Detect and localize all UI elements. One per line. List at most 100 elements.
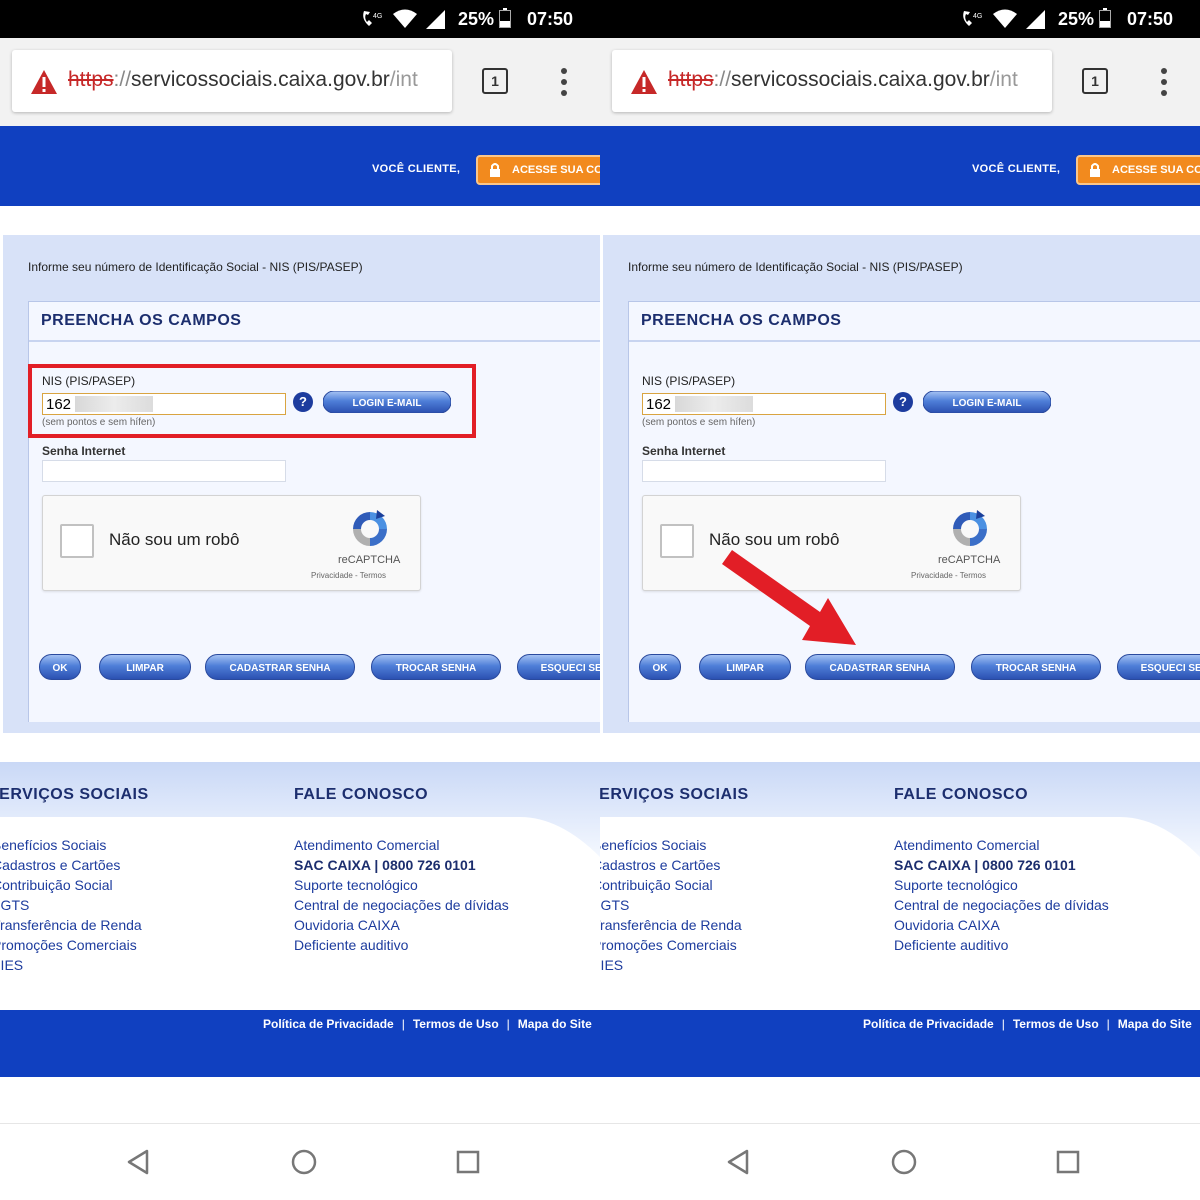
- bottom-band: Política de Privacidade | Termos de Uso | Ma…: [600, 1010, 1200, 1077]
- limpar-button[interactable]: LIMPAR: [99, 654, 191, 680]
- footer-link-cadastros[interactable]: Cadastros e Cartões: [0, 857, 120, 873]
- captcha-checkbox[interactable]: [660, 524, 694, 558]
- senha-label: Senha Internet: [642, 444, 726, 458]
- svg-text:LOGIN E-MAIL: LOGIN E-MAIL: [953, 398, 1022, 409]
- footer-link-sac[interactable]: SAC CAIXA | 0800 726 0101: [294, 857, 476, 873]
- captcha-links: Privacidade - Termos: [311, 571, 386, 580]
- terms-link[interactable]: Termos de Uso: [1013, 1017, 1099, 1031]
- svg-text:OK: OK: [53, 663, 69, 674]
- footer-link-deficiente[interactable]: Deficiente auditivo: [294, 937, 408, 953]
- footer-link-ouvidoria[interactable]: Ouvidoria CAIXA: [294, 917, 400, 933]
- footer-link-transferencia[interactable]: Transferência de Renda: [0, 917, 142, 933]
- wifi-icon: [393, 9, 417, 28]
- warning-icon[interactable]: [630, 69, 658, 95]
- cliente-label: VOCÊ CLIENTE,: [972, 163, 1061, 175]
- footer-link-beneficios[interactable]: Benefícios Sociais: [600, 837, 706, 853]
- footer-link-contribuicao[interactable]: Contribuição Social: [600, 877, 713, 893]
- nis-input[interactable]: 162: [642, 393, 886, 415]
- recent-apps-icon[interactable]: [1055, 1149, 1081, 1175]
- nis-hint: (sem pontos e sem hífen): [642, 417, 756, 428]
- call-signal-icon: 4G: [963, 11, 982, 26]
- battery-percent: 25%: [458, 9, 495, 29]
- bottom-band: Política de Privacidade | Termos de Uso | Ma…: [0, 1010, 600, 1077]
- footer-link-fgts[interactable]: FGTS: [600, 897, 629, 913]
- footer-link-beneficios[interactable]: Benefícios Sociais: [0, 837, 106, 853]
- status-bar: 4G 25% 07:50: [0, 0, 600, 38]
- footer-link-fies[interactable]: FIES: [600, 957, 623, 973]
- senha-input[interactable]: [42, 460, 286, 482]
- sitemap-link[interactable]: Mapa do Site: [1118, 1017, 1192, 1031]
- svg-text:TROCAR SENHA: TROCAR SENHA: [996, 663, 1077, 674]
- warning-icon[interactable]: [30, 69, 58, 95]
- svg-text:ESQUECI SENHA: ESQUECI SENHA: [541, 663, 600, 674]
- cliente-label: VOCÊ CLIENTE,: [372, 163, 461, 175]
- recent-apps-icon[interactable]: [455, 1149, 481, 1175]
- limpar-button[interactable]: LIMPAR: [699, 654, 791, 680]
- recaptcha-icon: [353, 510, 387, 546]
- cell-signal-icon: [426, 10, 445, 29]
- footer-link-sac[interactable]: SAC CAIXA | 0800 726 0101: [894, 857, 1076, 873]
- esqueci-senha-button[interactable]: ESQUECI SENHA: [517, 654, 600, 680]
- browser-menu-icon[interactable]: [1160, 68, 1168, 96]
- footer-link-ouvidoria[interactable]: Ouvidoria CAIXA: [894, 917, 1000, 933]
- nis-redacted: [675, 396, 753, 412]
- terms-link[interactable]: Termos de Uso: [413, 1017, 499, 1031]
- ok-button[interactable]: OK: [639, 654, 681, 680]
- home-icon[interactable]: [890, 1148, 918, 1176]
- battery-icon: [499, 8, 511, 28]
- cadastrar-senha-button[interactable]: CADASTRAR SENHA: [205, 654, 355, 680]
- svg-text:CADASTRAR SENHA: CADASTRAR SENHA: [829, 663, 930, 674]
- tab-switcher-button[interactable]: 1: [482, 68, 508, 94]
- android-nav-bar: [600, 1123, 1200, 1200]
- back-icon[interactable]: [125, 1148, 151, 1176]
- acesse-conta-button[interactable]: ACESSE SUA CONTA: [476, 155, 600, 185]
- browser-menu-icon[interactable]: [560, 68, 568, 96]
- footer-link-atendimento[interactable]: Atendimento Comercial: [894, 837, 1040, 853]
- footer-link-promocoes[interactable]: Promoções Comerciais: [0, 937, 137, 953]
- footer-link-central[interactable]: Central de negociações de dívidas: [894, 897, 1109, 913]
- privacy-link[interactable]: Política de Privacidade: [263, 1017, 394, 1031]
- captcha-label: Não sou um robô: [109, 530, 240, 549]
- footer-link-deficiente[interactable]: Deficiente auditivo: [894, 937, 1008, 953]
- acesse-conta-button[interactable]: ACESSE SUA CONTA: [1076, 155, 1200, 185]
- svg-text:CADASTRAR SENHA: CADASTRAR SENHA: [229, 663, 330, 674]
- captcha-brand: reCAPTCHA: [338, 554, 401, 566]
- fale-title: FALE CONOSCO: [294, 786, 429, 803]
- trocar-senha-button[interactable]: TROCAR SENHA: [971, 654, 1101, 680]
- footer-link-contribuicao[interactable]: Contribuição Social: [0, 877, 113, 893]
- footer-link-fgts[interactable]: FGTS: [0, 897, 29, 913]
- home-icon[interactable]: [290, 1148, 318, 1176]
- nis-value: 162: [646, 396, 672, 413]
- footer-link-cadastros[interactable]: Cadastros e Cartões: [600, 857, 720, 873]
- help-icon[interactable]: ?: [893, 392, 913, 412]
- login-email-button[interactable]: LOGIN E-MAIL: [923, 391, 1051, 413]
- svg-text:LIMPAR: LIMPAR: [126, 663, 164, 674]
- back-icon[interactable]: [725, 1148, 751, 1176]
- privacy-link[interactable]: Política de Privacidade: [863, 1017, 994, 1031]
- footer-link-atendimento[interactable]: Atendimento Comercial: [294, 837, 440, 853]
- bottom-links: Política de Privacidade | Termos de Uso | Ma…: [263, 1017, 592, 1031]
- clock: 07:50: [1127, 9, 1174, 29]
- url-text: https://servicossociais.caixa.gov.br/int: [68, 68, 418, 91]
- sitemap-link[interactable]: Mapa do Site: [518, 1017, 592, 1031]
- footer-link-suporte[interactable]: Suporte tecnológico: [294, 877, 418, 893]
- tab-switcher-button[interactable]: 1: [1082, 68, 1108, 94]
- address-bar[interactable]: https://servicossociais.caixa.gov.br/int: [612, 50, 1052, 112]
- browser-toolbar: https://servicossociais.caixa.gov.br/int…: [600, 38, 1200, 126]
- senha-input[interactable]: [642, 460, 886, 482]
- address-bar[interactable]: https://servicossociais.caixa.gov.br/int: [12, 50, 452, 112]
- bottom-links: Política de Privacidade | Termos de Uso | Ma…: [863, 1017, 1192, 1031]
- esqueci-senha-button[interactable]: ESQUECI SENHA: [1117, 654, 1200, 680]
- status-bar: 4G 25% 07:50: [600, 0, 1200, 38]
- footer-link-suporte[interactable]: Suporte tecnológico: [894, 877, 1018, 893]
- footer-link-promocoes[interactable]: Promoções Comerciais: [600, 937, 737, 953]
- footer-link-fies[interactable]: FIES: [0, 957, 23, 973]
- ok-button[interactable]: OK: [39, 654, 81, 680]
- nis-label: NIS (PIS/PASEP): [642, 374, 736, 388]
- footer-link-transferencia[interactable]: Transferência de Renda: [600, 917, 742, 933]
- lock-icon: [1090, 163, 1100, 177]
- footer-link-central[interactable]: Central de negociações de dívidas: [294, 897, 509, 913]
- trocar-senha-button[interactable]: TROCAR SENHA: [371, 654, 501, 680]
- cadastrar-senha-button[interactable]: CADASTRAR SENHA: [805, 654, 955, 680]
- captcha-checkbox[interactable]: [60, 524, 94, 558]
